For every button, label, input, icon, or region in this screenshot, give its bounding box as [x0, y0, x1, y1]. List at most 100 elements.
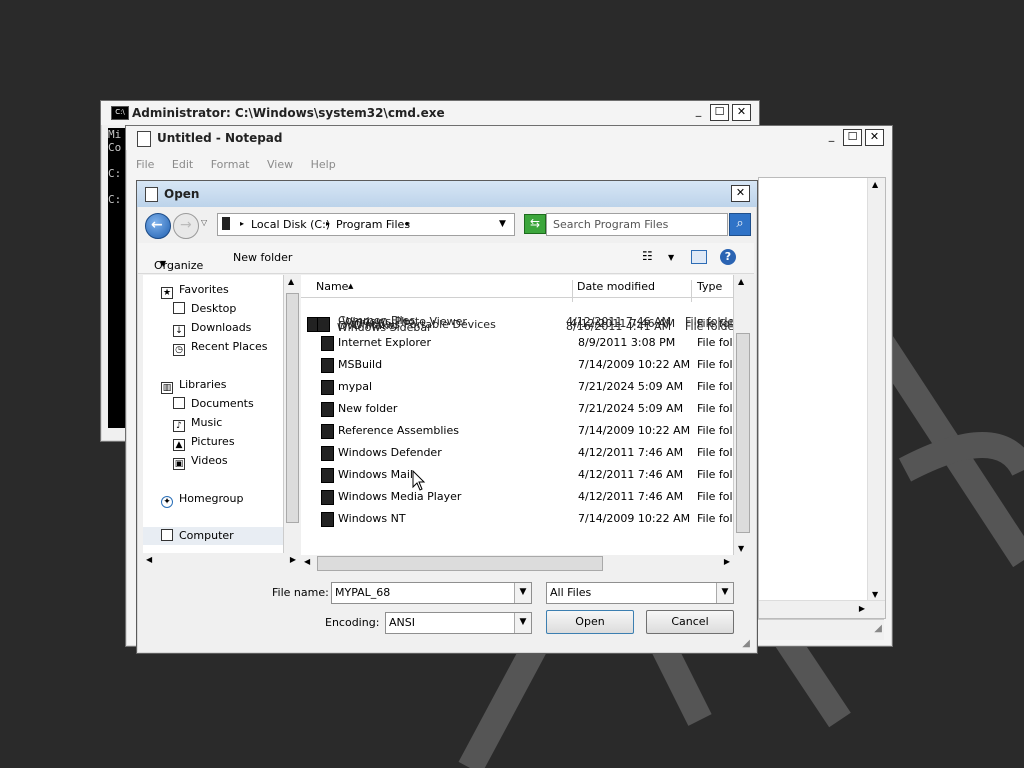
menu-file[interactable]: File [136, 158, 154, 171]
recent-pages-chevron-icon[interactable]: ▽ [201, 218, 207, 227]
breadcrumb-separator-icon[interactable]: ▸ [326, 219, 330, 228]
back-button[interactable]: ← [145, 213, 171, 239]
encoding-select[interactable]: ANSI ▼ [385, 612, 532, 634]
nav-recent-places[interactable]: ◷ Recent Places [173, 340, 268, 357]
scroll-thumb[interactable] [736, 333, 750, 533]
scroll-left-icon[interactable]: ◀ [146, 555, 152, 564]
nav-music[interactable]: ♪ Music [173, 416, 222, 433]
notepad-vertical-scrollbar[interactable]: ▲ ▼ [867, 178, 885, 601]
nav-pictures[interactable]: ▲ Pictures [173, 435, 235, 452]
address-dropdown-icon[interactable]: ▼ [499, 219, 506, 229]
file-row[interactable]: Internet Explorer 8/9/2011 3:08 PM File … [301, 332, 733, 354]
maximize-icon[interactable]: ☐ [710, 104, 729, 121]
scroll-right-icon[interactable]: ▶ [724, 557, 730, 566]
address-row: ← → ▽ ▸ Local Disk (C:) ▸ Program Files … [143, 211, 751, 239]
notepad-statusbar: ◢ [758, 619, 884, 640]
scroll-down-icon[interactable]: ▼ [872, 590, 878, 599]
chevron-down-icon[interactable]: ▼ [514, 583, 531, 603]
notepad-horizontal-scrollbar[interactable]: ▶ [759, 600, 885, 618]
scroll-thumb[interactable] [317, 556, 603, 571]
open-dialog-titlebar[interactable]: Open ✕ [137, 181, 757, 207]
scroll-right-icon[interactable]: ▶ [290, 555, 296, 564]
scroll-up-icon[interactable]: ▲ [288, 277, 294, 286]
column-separator[interactable] [691, 280, 692, 302]
file-row[interactable]: New folder 7/21/2024 5:09 AM File folc [301, 398, 733, 420]
column-separator[interactable] [572, 280, 573, 302]
file-list-horizontal-scrollbar[interactable]: ◀ ▶ [301, 555, 733, 571]
file-row[interactable]: Windows Mail 4/12/2011 7:46 AM File folc [301, 464, 733, 486]
file-type-filter-select[interactable]: All Files ▼ [546, 582, 734, 604]
chevron-down-icon[interactable]: ▼ [514, 613, 531, 633]
close-icon[interactable]: ✕ [732, 104, 751, 121]
minimize-icon[interactable]: _ [690, 104, 707, 119]
breadcrumb-drive[interactable]: Local Disk (C:) [251, 218, 330, 231]
nav-videos[interactable]: ▣ Videos [173, 454, 228, 471]
search-input[interactable]: Search Program Files [546, 213, 728, 236]
open-button[interactable]: Open [546, 610, 634, 634]
nav-downloads[interactable]: ↓ Downloads [173, 321, 251, 338]
scroll-thumb[interactable] [286, 293, 299, 523]
scroll-up-icon[interactable]: ▲ [738, 277, 744, 286]
menu-format[interactable]: Format [211, 158, 250, 171]
folder-icon [321, 468, 334, 483]
nav-documents[interactable]: Documents [173, 397, 254, 414]
breadcrumb-folder[interactable]: Program Files [336, 218, 410, 231]
resize-grip-icon[interactable]: ◢ [742, 638, 750, 649]
breadcrumb-separator-icon[interactable]: ▸ [240, 219, 244, 228]
preview-pane-icon[interactable] [691, 250, 707, 264]
scroll-right-icon[interactable]: ▶ [859, 604, 865, 613]
computer-icon [161, 529, 173, 541]
file-name: New folder [338, 402, 398, 415]
file-row[interactable]: Windows Defender 4/12/2011 7:46 AM File … [301, 442, 733, 464]
file-list[interactable]: Name ▲ Date modified Type Common Files D… [301, 275, 733, 555]
column-type[interactable]: Type [697, 280, 722, 293]
cancel-button[interactable]: Cancel [646, 610, 734, 634]
address-bar[interactable]: ▸ Local Disk (C:) ▸ Program Files ▸ ▼ [217, 213, 515, 236]
scroll-left-icon[interactable]: ◀ [304, 557, 310, 566]
column-date-modified[interactable]: Date modified [577, 280, 655, 293]
nav-desktop[interactable]: Desktop [173, 302, 236, 319]
nav-label: Libraries [179, 378, 227, 391]
nav-computer[interactable]: Computer [143, 527, 283, 545]
breadcrumb-separator-icon[interactable]: ▸ [406, 219, 410, 228]
nav-homegroup[interactable]: ✦ Homegroup [161, 492, 243, 509]
change-view-icon[interactable]: ☷ [642, 249, 653, 263]
nav-label: Downloads [191, 321, 252, 334]
file-row[interactable]: Windows Media Player 4/12/2011 7:46 AM F… [301, 486, 733, 508]
notepad-text-area[interactable]: ▲ ▼ ▶ [758, 177, 886, 619]
menu-edit[interactable]: Edit [172, 158, 193, 171]
file-row[interactable]: Windows NT 7/14/2009 10:22 AM File folc [301, 508, 733, 530]
cmd-title: Administrator: C:\Windows\system32\cmd.e… [132, 106, 445, 120]
scroll-up-icon[interactable]: ▲ [872, 180, 878, 189]
file-name: mypal [338, 380, 373, 393]
nav-favorites[interactable]: ★ Favorites [161, 283, 229, 300]
file-row[interactable]: MSBuild 7/14/2009 10:22 AM File folc [301, 354, 733, 376]
forward-button[interactable]: → [173, 213, 199, 239]
file-row[interactable]: mypal 7/21/2024 5:09 AM File folc [301, 376, 733, 398]
cmd-titlebar[interactable]: C:\ Administrator: C:\Windows\system32\c… [101, 101, 759, 125]
close-icon[interactable]: ✕ [731, 185, 750, 202]
search-icon[interactable]: ⌕ [729, 213, 751, 236]
nav-label: Homegroup [179, 492, 244, 505]
resize-grip-icon[interactable]: ◢ [874, 623, 882, 634]
column-name[interactable]: Name [316, 280, 348, 293]
file-date: 7/21/2024 5:09 AM [578, 402, 684, 415]
file-name-input[interactable]: MYPAL_68 ▼ [331, 582, 532, 604]
file-list-vertical-scrollbar[interactable]: ▲ ▼ [733, 275, 751, 555]
new-folder-button[interactable]: New folder [233, 251, 292, 264]
chevron-down-icon[interactable]: ▼ [716, 583, 733, 603]
notepad-titlebar[interactable]: Untitled - Notepad _ ☐ ✕ [126, 126, 892, 150]
minimize-icon[interactable]: _ [823, 129, 840, 144]
scroll-down-icon[interactable]: ▼ [738, 544, 744, 553]
refresh-button[interactable]: ⇆ [524, 214, 546, 234]
menu-help[interactable]: Help [311, 158, 336, 171]
close-icon[interactable]: ✕ [865, 129, 884, 146]
nav-horizontal-scrollbar[interactable]: ◀ ▶ [143, 553, 299, 571]
nav-libraries[interactable]: ▥ Libraries [161, 378, 227, 395]
help-icon[interactable]: ? [720, 249, 736, 265]
view-menu-chevron-icon[interactable]: ▼ [668, 253, 674, 262]
maximize-icon[interactable]: ☐ [843, 129, 862, 146]
menu-view[interactable]: View [267, 158, 293, 171]
nav-vertical-scrollbar[interactable]: ▲ ▼ [283, 275, 300, 567]
file-row[interactable]: Reference Assemblies 7/14/2009 10:22 AM … [301, 420, 733, 442]
